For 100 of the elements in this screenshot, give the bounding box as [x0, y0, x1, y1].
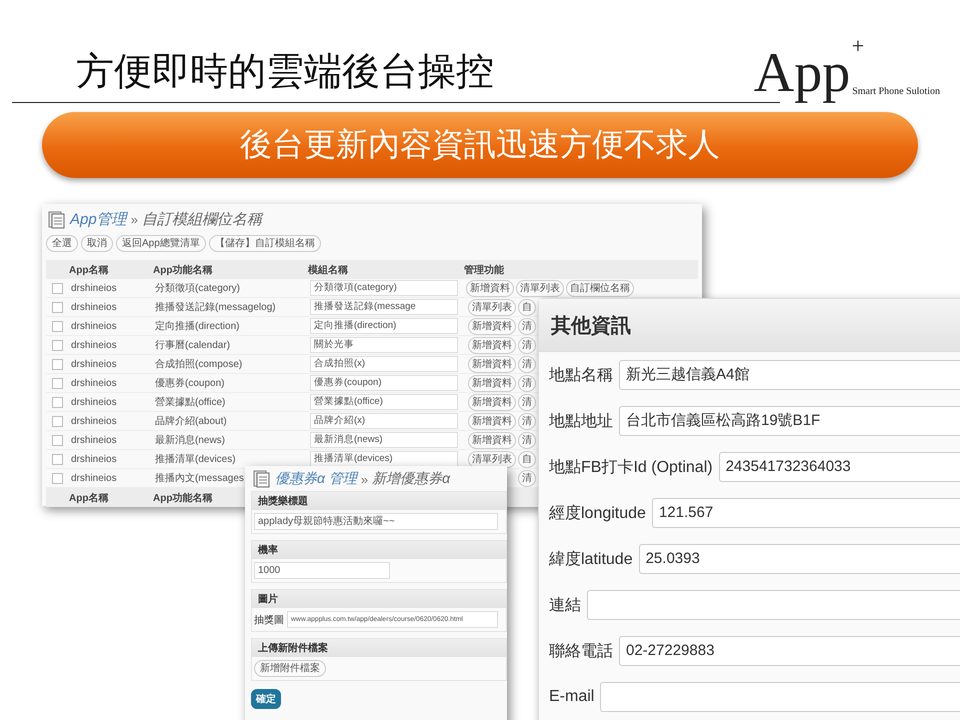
input-field[interactable]: 243541732364033	[718, 452, 960, 482]
input-field[interactable]: applady母親節特惠活動來囉~~	[254, 513, 498, 530]
module-name-field[interactable]: 定向推播(direction)	[310, 318, 458, 334]
section-heading: 上傳新附件檔案	[252, 639, 506, 657]
input-field[interactable]: 台北市信義區松高路19號B1F	[619, 406, 960, 436]
module-name-field[interactable]: 推播發送記錄(message	[310, 299, 458, 315]
action-button[interactable]: 清	[518, 374, 536, 392]
table-cell-text: drshineios	[71, 340, 118, 350]
breadcrumb-separator: »	[360, 472, 368, 486]
table-cell-text: drshineios	[71, 434, 118, 446]
action-button[interactable]: 清	[518, 356, 536, 372]
action-button[interactable]: 新增資料	[466, 280, 514, 296]
breadcrumb-current: 自訂模組欄位名稱	[142, 210, 262, 229]
toolbar-button[interactable]: 全選	[46, 235, 78, 252]
table-cell: 分類徵項(category)	[155, 283, 240, 294]
module-name-field[interactable]: 最新消息(news)	[310, 432, 458, 448]
input-field[interactable]: 121.567	[652, 498, 960, 528]
action-button[interactable]: 清單列表	[516, 280, 564, 296]
action-button[interactable]: 清	[518, 336, 536, 354]
table-cell-text: drshineios	[71, 416, 118, 426]
field-label: 經度longitude	[549, 504, 646, 524]
row-checkbox[interactable]	[52, 340, 63, 350]
module-name-field[interactable]: 優惠券(coupon)	[310, 375, 458, 391]
banner: 後台更新內容資訊迅速方便不求人	[42, 112, 918, 178]
row-checkbox[interactable]	[52, 472, 63, 484]
row-checkbox[interactable]	[52, 396, 63, 408]
input-field[interactable]: 02-27229883	[619, 636, 960, 666]
table-cell: 最新消息(news)	[155, 435, 226, 446]
breadcrumb-link[interactable]: 優惠券α 管理	[275, 470, 357, 488]
breadcrumb-separator: »	[130, 212, 138, 227]
field-label: 連結	[549, 596, 581, 616]
action-button[interactable]: 自訂欄位名稱	[566, 280, 634, 296]
action-button[interactable]: 新增資料	[468, 374, 516, 392]
row-checkbox[interactable]	[52, 302, 63, 312]
action-button[interactable]: 清	[518, 394, 536, 410]
section-heading: 機率	[252, 541, 506, 559]
breadcrumb-current: 新增優惠券α	[372, 470, 450, 488]
row-checkbox[interactable]	[52, 320, 63, 332]
toolbar-button[interactable]: 【儲存】自訂模組名稱	[208, 235, 321, 252]
action-button[interactable]: 清	[518, 412, 536, 430]
field-label: 緯度latitude	[549, 550, 633, 570]
table-cell: 品牌介紹(about)	[155, 416, 227, 427]
action-button[interactable]: 新增資料	[468, 394, 516, 410]
action-button[interactable]: 新增資料	[468, 412, 516, 430]
action-button[interactable]: 新增資料	[468, 432, 516, 448]
column-header: App名稱	[69, 492, 108, 504]
module-name-field[interactable]: 營業據點(office)	[310, 394, 458, 410]
module-name-field[interactable]: 推播清單(devices)	[310, 451, 458, 467]
row-checkbox[interactable]	[52, 282, 63, 294]
table-cell: 合成拍照(compose)	[155, 359, 242, 370]
action-button[interactable]: 新增資料	[468, 356, 516, 372]
field-label: E-mail	[549, 688, 594, 706]
logo-plus: +	[852, 33, 864, 59]
action-button[interactable]: 新增資料	[468, 336, 516, 354]
row-checkbox[interactable]	[52, 378, 63, 388]
input-field[interactable]: 新光三越信義A4館	[619, 360, 960, 390]
input-field[interactable]: 25.0393	[638, 544, 960, 574]
logo-tagline: Smart Phone Sulotion	[851, 86, 940, 99]
table-cell-text: drshineios	[71, 472, 118, 484]
table-cell: 優惠券(coupon)	[155, 378, 224, 389]
table-cell: 營業據點(office)	[155, 397, 226, 408]
slide-title: 方便即時的雲端後台操控	[75, 50, 494, 95]
table-cell-text: drshineios	[71, 396, 118, 408]
field-label: 地點FB打卡Id (Optinal)	[549, 458, 713, 478]
module-name-field[interactable]: 品牌介紹(x)	[310, 413, 458, 429]
module-name-field[interactable]: 合成拍照(x)	[310, 356, 458, 372]
input-field[interactable]	[587, 590, 960, 620]
table-cell: 定向推播(direction)	[155, 321, 240, 332]
toolbar-button[interactable]: 返回App總覽清單	[116, 235, 206, 252]
column-header: App名稱	[69, 264, 108, 276]
column-header: 管理功能	[464, 264, 504, 276]
action-button[interactable]: 自	[518, 450, 536, 468]
table-cell-text: drshineios	[71, 320, 118, 332]
row-checkbox[interactable]	[52, 416, 63, 426]
toolbar-button[interactable]: 取消	[81, 235, 113, 252]
field-label: 聯絡電話	[549, 642, 613, 662]
action-button[interactable]: 清	[518, 432, 536, 448]
document-icon	[253, 470, 271, 488]
breadcrumb-link[interactable]: App管理	[70, 210, 127, 229]
action-button[interactable]: 清單列表	[468, 450, 516, 468]
action-button[interactable]: 清	[518, 318, 536, 334]
column-header: App功能名稱	[153, 492, 212, 504]
input-field[interactable]: 1000	[254, 562, 390, 579]
row-checkbox[interactable]	[52, 454, 63, 464]
table-cell-text: drshineios	[71, 302, 118, 312]
action-button[interactable]: 清	[518, 470, 536, 486]
input-field[interactable]	[600, 682, 960, 712]
field-label: 地點地址	[549, 412, 613, 432]
row-checkbox[interactable]	[52, 358, 63, 370]
module-name-field[interactable]: 關於光事	[310, 337, 458, 353]
add-attachment-button[interactable]: 新增附件檔案	[254, 660, 326, 677]
table-cell: 推播發送記錄(messagelog)	[155, 302, 276, 313]
module-name-field[interactable]: 分類徵項(category)	[310, 280, 458, 296]
table-cell-text: drshineios	[71, 378, 118, 388]
section-heading: 圖片	[252, 590, 506, 608]
submit-button[interactable]: 確定	[251, 689, 281, 709]
action-button[interactable]: 新增資料	[468, 318, 516, 334]
action-button[interactable]: 清單列表	[468, 298, 516, 316]
row-checkbox[interactable]	[52, 434, 63, 446]
action-button[interactable]: 自	[518, 298, 536, 316]
